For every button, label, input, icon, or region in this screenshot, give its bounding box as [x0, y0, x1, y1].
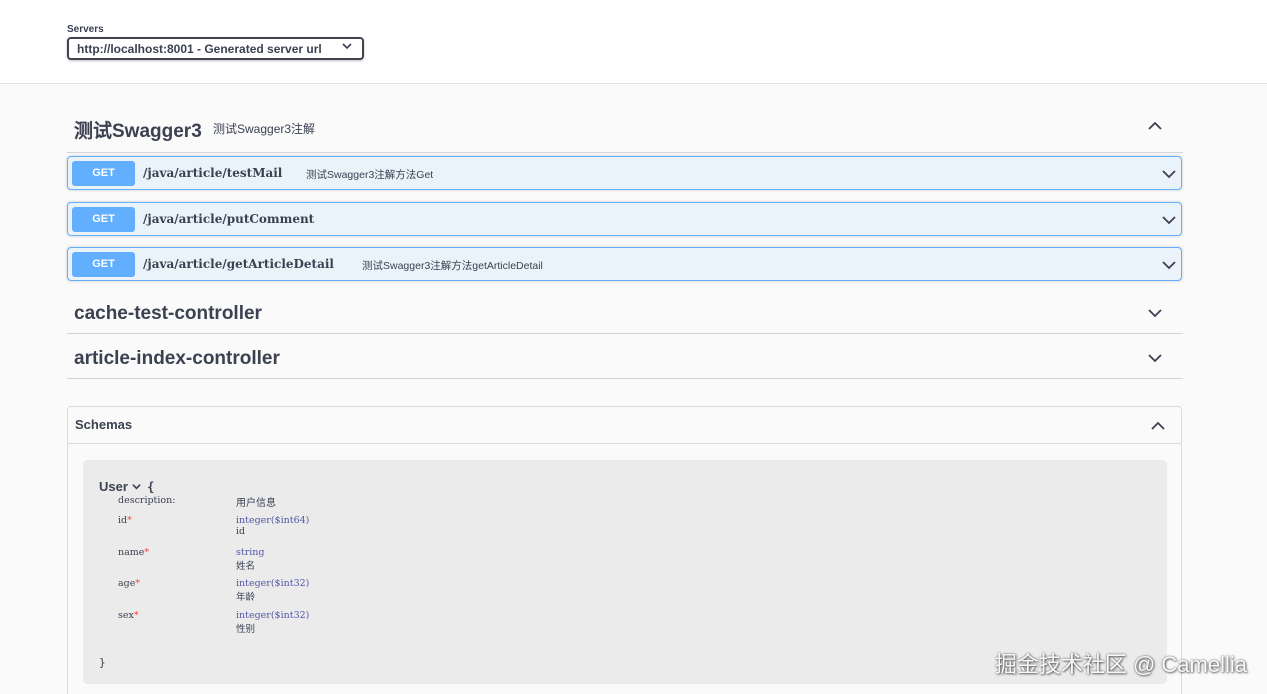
tag-description: 测试Swagger3注解: [213, 122, 316, 136]
chevron-down-icon[interactable]: [1161, 166, 1177, 187]
property-key-age: age*: [118, 578, 141, 589]
operation-path: /java/article/putComment: [143, 212, 315, 226]
description-value: 用户信息: [236, 498, 276, 509]
property-key-sex: sex*: [118, 610, 139, 621]
tag-section-cache-test-controller[interactable]: cache-test-controller: [67, 289, 1183, 334]
chevron-down-icon[interactable]: [1161, 257, 1177, 278]
server-select-value: http://localhost:8001 - Generated server…: [77, 42, 322, 56]
tag-name: article-index-controller: [74, 348, 280, 369]
watermark: 掘金技术社区 @ Camellia: [994, 652, 1247, 677]
chevron-down-icon: [342, 41, 352, 54]
close-brace: }: [99, 656, 106, 669]
property-description: id: [236, 526, 246, 537]
operation-path: /java/article/getArticleDetail: [143, 257, 334, 271]
open-brace: {: [147, 480, 155, 494]
chevron-down-icon[interactable]: [131, 479, 145, 494]
property-type: integer($int64): [236, 515, 310, 526]
servers-section: Servers http://localhost:8001 - Generate…: [0, 0, 1267, 84]
property-key-id: id*: [118, 515, 132, 526]
tag-name: 测试Swagger3: [74, 121, 202, 142]
property-description: 性别: [236, 624, 256, 635]
property-key-name: name*: [118, 547, 150, 558]
property-description: 年龄: [236, 592, 256, 603]
chevron-down-icon[interactable]: [1147, 305, 1163, 326]
schemas-header[interactable]: Schemas: [68, 407, 1181, 444]
description-key: description:: [118, 495, 176, 506]
operation-summary: 测试Swagger3注解方法getArticleDetail: [362, 260, 543, 272]
operation-get-putcomment[interactable]: GET /java/article/putComment: [67, 202, 1182, 236]
operation-path: /java/article/testMail: [143, 166, 283, 180]
tag-section-article-index-controller[interactable]: article-index-controller: [67, 334, 1183, 379]
model-name: User: [99, 479, 128, 494]
operation-get-testmail[interactable]: GET /java/article/testMail 测试Swagger3注解方…: [67, 156, 1182, 190]
property-type: integer($int32): [236, 610, 310, 621]
operation-summary: 测试Swagger3注解方法Get: [306, 169, 434, 181]
schemas-title: Schemas: [75, 417, 133, 432]
chevron-down-icon[interactable]: [1147, 350, 1163, 371]
method-badge: GET: [72, 207, 135, 232]
property-description: 姓名: [236, 561, 256, 572]
chevron-up-icon[interactable]: [1150, 418, 1166, 439]
method-badge: GET: [72, 252, 135, 277]
property-type: string: [236, 547, 265, 558]
server-select[interactable]: http://localhost:8001 - Generated server…: [67, 37, 364, 60]
tag-section-swagger3[interactable]: 测试Swagger3 测试Swagger3注解: [67, 103, 1183, 153]
chevron-up-icon[interactable]: [1147, 118, 1163, 139]
method-badge: GET: [72, 161, 135, 186]
tag-name: cache-test-controller: [74, 303, 262, 324]
chevron-down-icon[interactable]: [1161, 212, 1177, 233]
model-title[interactable]: User {: [99, 479, 154, 494]
property-type: integer($int32): [236, 578, 310, 589]
operation-get-getarticledetail[interactable]: GET /java/article/getArticleDetail 测试Swa…: [67, 247, 1182, 281]
servers-label: Servers: [67, 24, 104, 35]
